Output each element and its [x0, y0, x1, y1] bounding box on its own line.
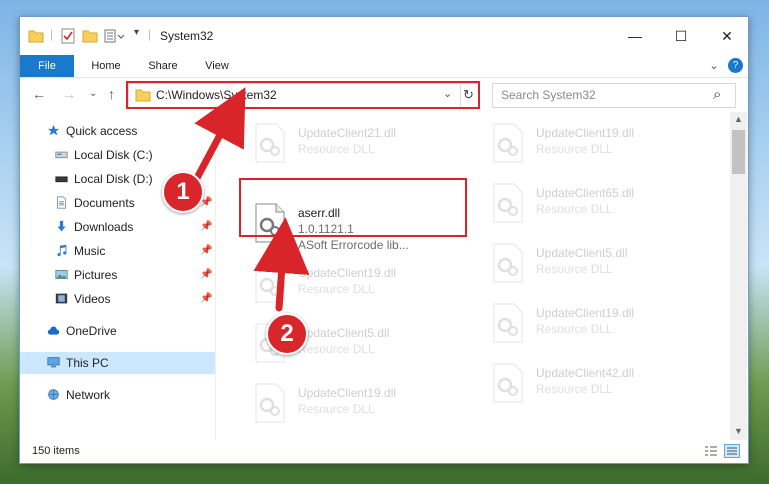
arrow-to-address [193, 87, 246, 182]
annotation-arrows [193, 87, 310, 312]
arrow-to-file [253, 217, 310, 312]
step-2-badge: 2 [266, 313, 308, 355]
step-1-badge: 1 [162, 171, 204, 213]
